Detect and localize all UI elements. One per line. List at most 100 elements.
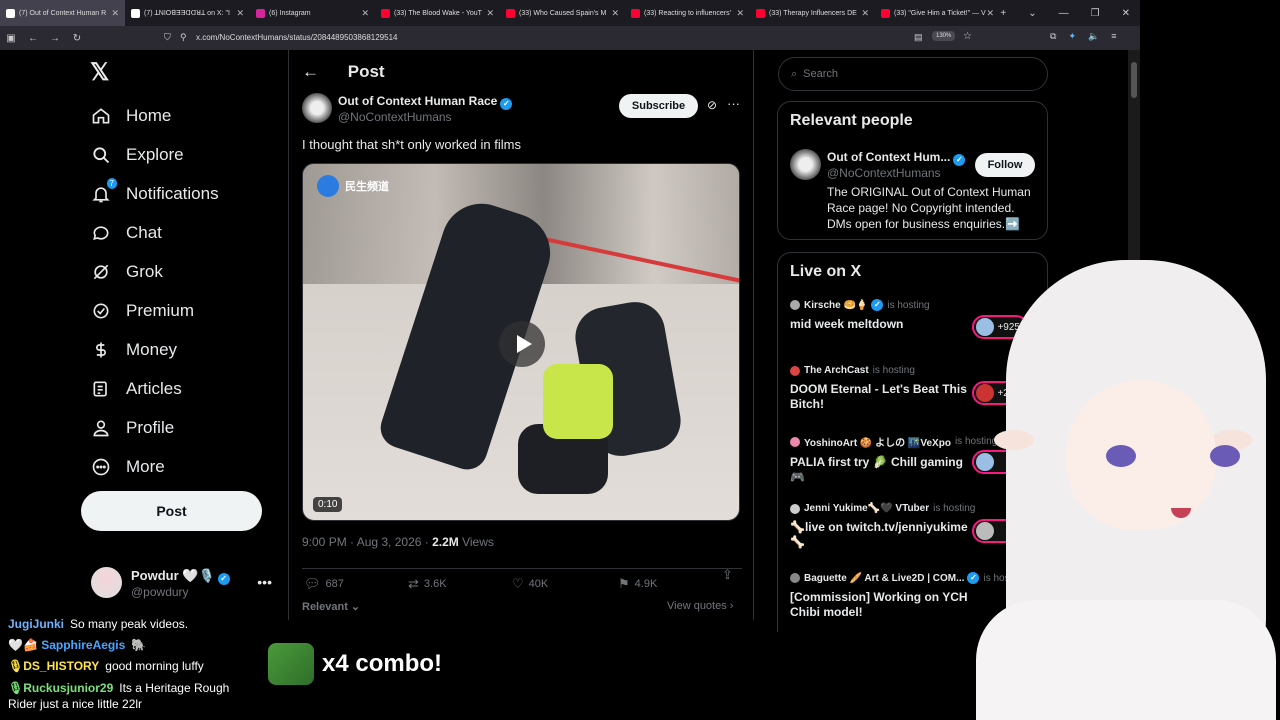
avatar[interactable] (790, 149, 821, 180)
youtube-favicon-icon (881, 8, 890, 18)
zoom-level[interactable]: 130% (932, 31, 956, 41)
back-arrow-icon[interactable]: ← (302, 62, 319, 81)
minimize-icon[interactable]: — (1059, 8, 1069, 19)
extensions-icon[interactable]: ⧉ (1050, 31, 1056, 42)
avatar-eye (1106, 445, 1136, 467)
browser-tab[interactable]: (7) Out of Context Human R ✕ (0, 0, 125, 26)
close-tab-icon[interactable]: ✕ (611, 8, 619, 19)
restore-icon[interactable]: ❐ (1091, 8, 1100, 19)
like-button[interactable]: ♡ 40K (512, 576, 548, 592)
close-tab-icon[interactable]: ✕ (736, 8, 744, 19)
browser-tab[interactable]: (33) Reacting to influencers' ✕ (625, 0, 750, 26)
video-player[interactable]: 民生频道 0:10 (302, 163, 740, 521)
reload-icon[interactable]: ↻ (66, 33, 88, 44)
avatar[interactable] (302, 93, 332, 123)
shield-icon[interactable]: ⛉ (164, 32, 171, 43)
browser-tab[interactable]: (33) "Give Him a Ticket!" — V ✕ (875, 0, 1000, 26)
post-button[interactable]: Post (81, 491, 262, 531)
bookmark-button[interactable]: ⚑ 4.9K (618, 576, 657, 592)
play-button[interactable] (499, 321, 545, 367)
close-tab-icon[interactable]: ✕ (111, 8, 119, 19)
person-bio: The ORIGINAL Out of Context Human Race p… (827, 185, 1031, 231)
author-name[interactable]: Out of Context Human Race ✓ (338, 94, 513, 110)
browser-tab[interactable]: (33) Who Caused Spain's M ✕ (500, 0, 625, 26)
account-switcher[interactable]: Powdur 🤍🎙️ ✓ @powdury ••• (91, 566, 276, 600)
x-favicon-icon (6, 8, 15, 18)
tweet-text: I thought that sh*t only worked in films (302, 137, 521, 152)
live-title: [Commission] Working on YCH Chibi model! (790, 590, 968, 619)
reader-view-icon[interactable]: ▤ (914, 32, 923, 43)
profile-icon (90, 417, 112, 439)
address-field[interactable]: x.com/NoContextHumans/status/20844895038… (196, 33, 397, 42)
sidebar-item-label: Profile (126, 417, 175, 437)
new-tab-icon[interactable]: + (1000, 8, 1006, 19)
search-icon: ⌕ (791, 67, 798, 80)
scrollbar-thumb[interactable] (1131, 62, 1137, 98)
person-name[interactable]: Out of Context Hum... ✓ (827, 150, 966, 166)
back-icon[interactable]: ← (22, 33, 44, 44)
sidebar-item-money[interactable]: Money (90, 330, 219, 369)
close-tab-icon[interactable]: ✕ (236, 8, 244, 19)
close-tab-icon[interactable]: ✕ (361, 8, 369, 19)
bookmark-star-icon[interactable]: ☆ (963, 31, 972, 42)
search-input[interactable]: ⌕ Search (778, 57, 1048, 91)
reply-button[interactable]: 💬︎ 687 (304, 576, 344, 592)
browser-tab[interactable]: (6) Instagram ✕ (250, 0, 375, 26)
extension-icon[interactable]: ✦ (1068, 31, 1076, 42)
sidebar-item-grok[interactable]: Grok (90, 252, 219, 291)
tab-label: (6) Instagram (269, 9, 311, 17)
x-logo[interactable]: 𝕏 (90, 58, 109, 87)
avatar-eye (1210, 445, 1240, 467)
sidebar-item-chat[interactable]: Chat (90, 213, 219, 252)
sidebar-item-label: Premium (126, 300, 195, 320)
pepe-emote-icon (268, 643, 314, 685)
sidebar-item-articles[interactable]: Articles (90, 369, 219, 408)
verified-icon: ✓ (871, 299, 884, 311)
youtube-favicon-icon (756, 8, 765, 18)
sidebar-item-home[interactable]: Home (90, 96, 219, 135)
person-handle[interactable]: @NoContextHumans (827, 166, 941, 180)
account-more-icon[interactable]: ••• (257, 574, 272, 590)
author-handle[interactable]: @NoContextHumans (338, 110, 452, 124)
close-tab-icon[interactable]: ✕ (861, 8, 869, 19)
avatar (91, 567, 122, 598)
close-tab-icon[interactable]: ✕ (486, 8, 494, 19)
sidebar-item-notifications[interactable]: 7 Notifications (90, 174, 219, 213)
close-window-icon[interactable]: ✕ (1122, 8, 1130, 19)
close-tab-icon[interactable]: ✕ (986, 8, 994, 19)
browser-tab[interactable]: (7) ꓕNIOꓭƎƎꓷꓷꓤꓕ on X: "I ✕ (125, 0, 250, 26)
replies-sort[interactable]: Relevant ⌄ (302, 600, 360, 613)
view-quotes-link[interactable]: View quotes › (667, 600, 733, 612)
post-header: ← Post (302, 62, 385, 82)
sidebar-item-premium[interactable]: Premium (90, 291, 219, 330)
menu-icon[interactable]: ≡ (1111, 31, 1116, 42)
tweet-time[interactable]: 9:00 PM · Aug 3, 2026 · (302, 535, 432, 549)
chevron-down-icon: ⌄ (347, 601, 361, 613)
more-options-icon[interactable]: ··· (727, 96, 740, 111)
sidebar-toggle-icon[interactable]: ▣ (0, 33, 22, 44)
search-icon (90, 144, 112, 166)
avatar-ear (994, 430, 1034, 450)
sidebar-item-explore[interactable]: Explore (90, 135, 219, 174)
youtube-favicon-icon (631, 8, 640, 18)
repost-button[interactable]: ⇄ 3.6K (408, 576, 447, 592)
tab-list-icon[interactable]: ⌄ (1028, 8, 1036, 19)
audio-icon[interactable]: 🔈 (1088, 31, 1099, 42)
forward-icon[interactable]: → (44, 33, 66, 44)
reply-icon: 💬︎ (304, 576, 321, 591)
subscribe-button[interactable]: Subscribe (619, 94, 698, 118)
browser-tab[interactable]: (33) Therapy Influencers DE ✕ (750, 0, 875, 26)
chat-username: 🎙DS_HISTORY (8, 659, 100, 673)
sidebar-item-profile[interactable]: Profile (90, 408, 219, 447)
divider (288, 50, 289, 620)
chat-username: 🤍🍰 SapphireAegis (8, 638, 126, 652)
browser-tab[interactable]: (33) The Blood Wake - YouT ✕ (375, 0, 500, 26)
tweet-author: Out of Context Human Race ✓ @NoContextHum… (302, 93, 742, 127)
share-button[interactable]: ⇪ (722, 567, 733, 583)
sidebar-item-more[interactable]: More (90, 447, 219, 486)
permissions-icon[interactable]: ⚲ (180, 32, 187, 43)
follow-button[interactable]: Follow (975, 153, 1035, 177)
grok-icon[interactable]: ⊘ (707, 98, 717, 112)
host-avatar (790, 365, 800, 376)
card-title: Live on X (790, 263, 862, 280)
